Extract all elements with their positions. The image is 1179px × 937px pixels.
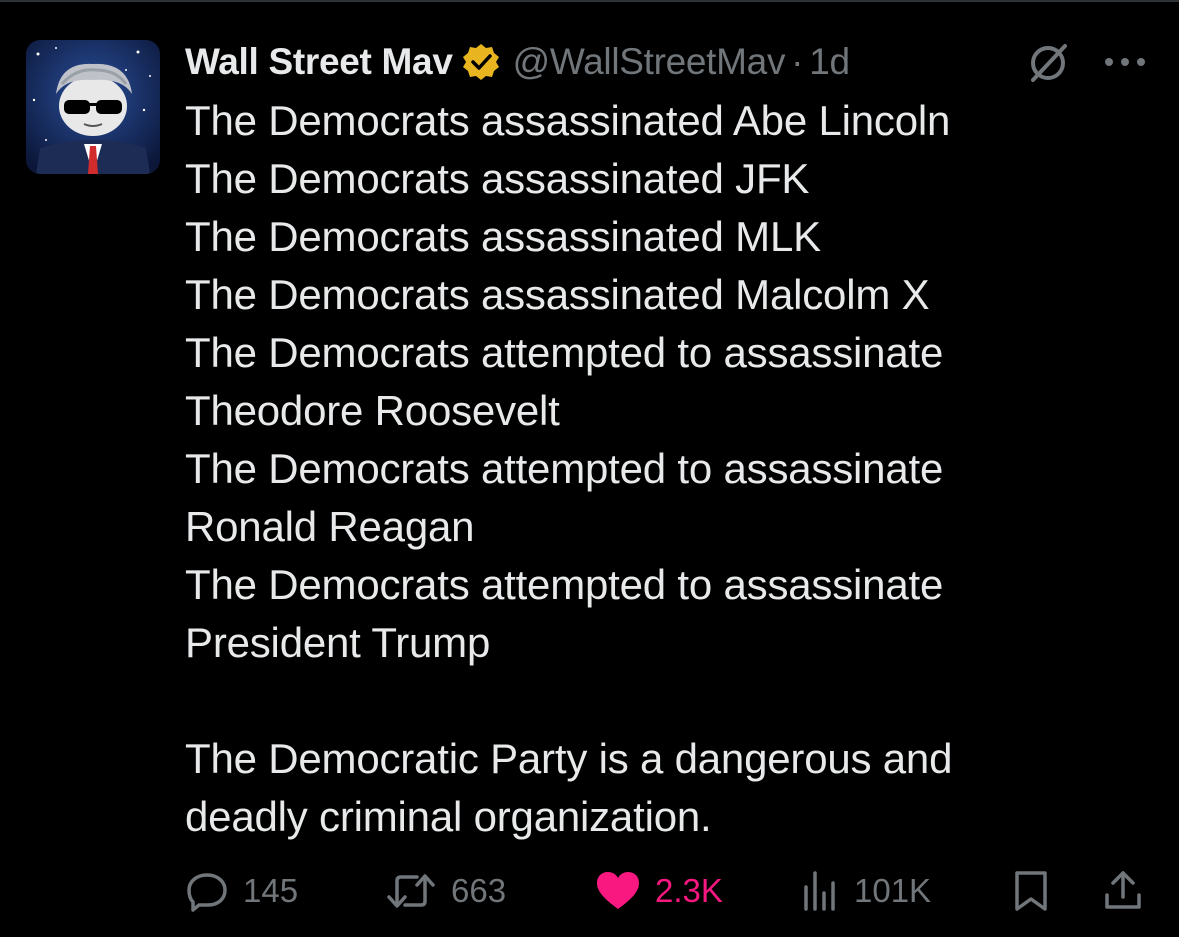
top-divider [0,0,1179,2]
post-text-line: The Democrats assassinated Malcolm X [185,271,930,318]
post-text-line: The Democrats assassinated Abe Lincoln [185,97,951,144]
views-button[interactable]: 101K [800,862,931,920]
more-options-icon[interactable] [1100,50,1150,74]
views-icon [804,871,835,911]
author-name[interactable]: Wall Street Mav [185,41,453,83]
views-count: 101K [854,872,932,909]
post-text-line: The Democrats attempted to assassinate [185,561,944,608]
repost-button[interactable]: 663 [385,862,506,920]
action-bar: 145 663 2.3K 101K [185,862,1155,920]
post-text-line: Theodore Roosevelt [185,387,560,434]
like-count: 2.3K [655,872,723,909]
post-text-line: President Trump [185,619,491,666]
share-button[interactable] [1101,862,1145,920]
post-text-line: Ronald Reagan [185,503,475,550]
like-button[interactable]: 2.3K [595,862,723,920]
grok-icon[interactable] [1025,40,1071,86]
bookmark-button[interactable] [1011,862,1051,920]
separator-dot: · [791,41,804,82]
bookmark-icon [1015,871,1047,911]
post-text-line: The Democrats assassinated MLK [185,213,821,260]
verified-badge-icon[interactable] [461,42,501,82]
author-handle[interactable]: @WallStreetMav [513,41,786,83]
post-text-line: The Democrats attempted to assassinate [185,329,944,376]
post-text-line: deadly criminal organization. [185,793,712,840]
avatar[interactable] [26,40,160,174]
post-text-line: The Democrats attempted to assassinate [185,445,944,492]
share-icon [1105,871,1141,909]
post-header: Wall Street Mav @WallStreetMav · 1d [185,36,850,88]
post-text-line: The Democratic Party is a dangerous and [185,735,953,782]
post-text-blank-line [185,672,1145,730]
reply-icon [187,873,227,912]
reply-count: 145 [243,872,299,909]
post-text: The Democrats assassinated Abe Lincoln T… [185,92,1145,846]
heart-icon [597,872,639,909]
post-text-line: The Democrats assassinated JFK [185,155,810,202]
reply-button[interactable]: 145 [185,862,298,920]
post-time[interactable]: 1d [809,41,850,83]
repost-count: 663 [451,872,507,909]
repost-icon [387,874,435,908]
